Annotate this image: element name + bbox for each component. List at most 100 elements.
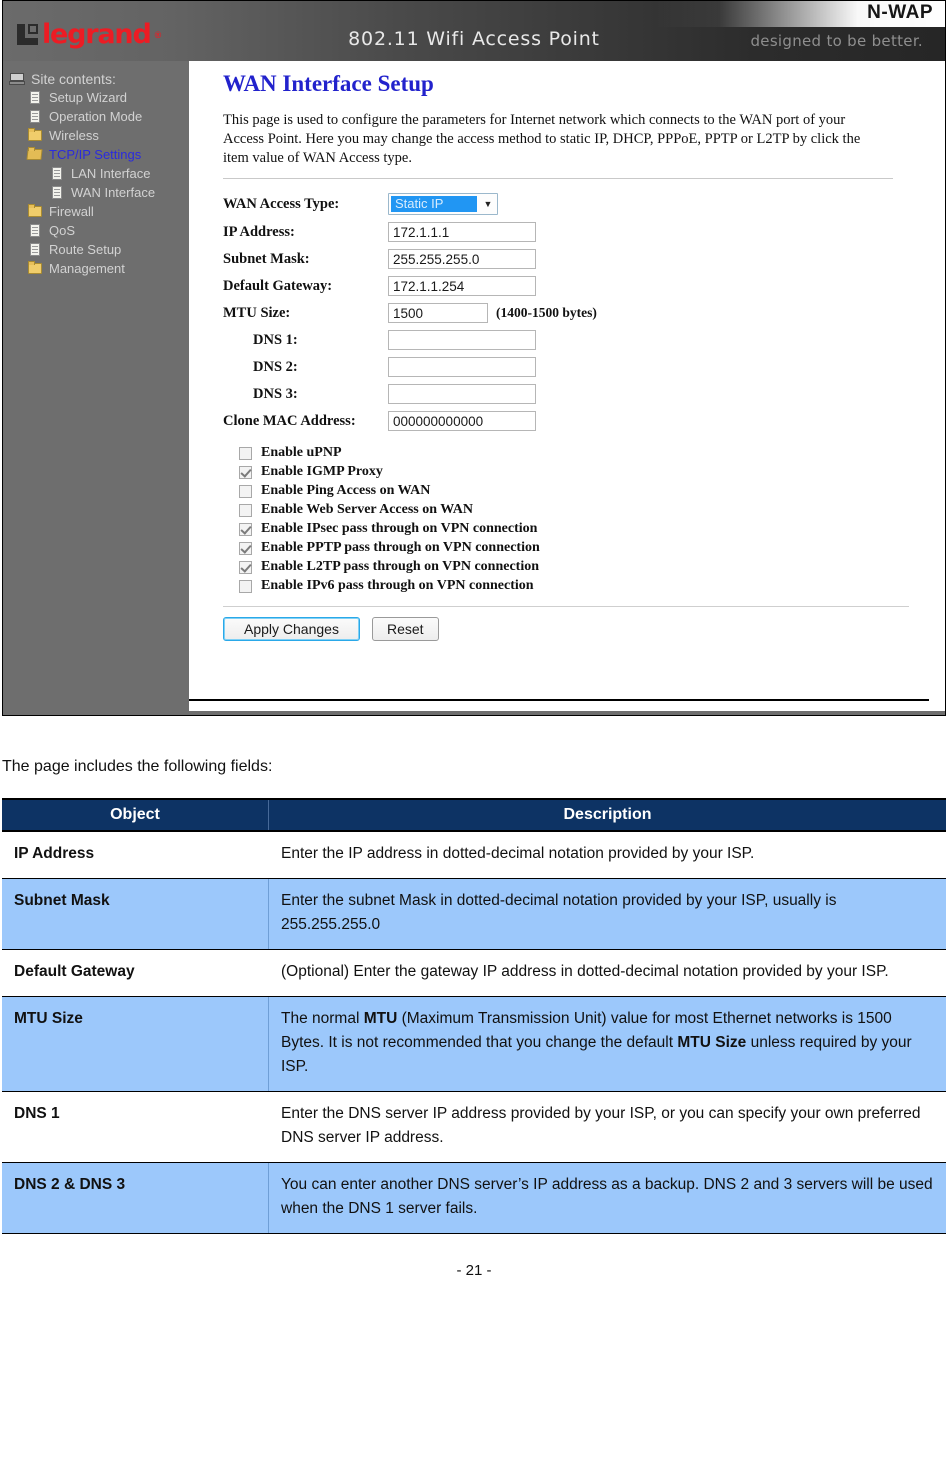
ip-address-row: IP Address: — [223, 222, 945, 243]
table-row: DNS 2 & DNS 3 You can enter another DNS s… — [2, 1162, 946, 1235]
ip-address-input[interactable] — [388, 222, 536, 243]
row-object-cell: Default Gateway — [2, 949, 269, 998]
page-icon — [27, 242, 44, 257]
row-description-cell: You can enter another DNS server’s IP ad… — [268, 1162, 946, 1235]
enable-l2tp-pass-through-on-vpn-connection-checkbox[interactable] — [239, 560, 252, 574]
enable-ipsec-pass-through-on-vpn-connection-checkbox[interactable] — [239, 522, 252, 536]
dns-2-row: DNS 2: — [223, 357, 945, 378]
folder-icon — [27, 128, 44, 143]
page-icon — [27, 90, 44, 105]
mtu-size-input[interactable] — [388, 303, 488, 324]
subnet-mask-label: Subnet Mask: — [223, 250, 310, 267]
enable-igmp-proxy-row[interactable]: Enable IGMP Proxy — [223, 464, 945, 480]
table-row: Default Gateway (Optional) Enter the gate… — [2, 949, 946, 998]
enable-pptp-pass-through-on-vpn-connection-label: Enable PPTP pass through on VPN connecti… — [261, 540, 540, 556]
enable-web-server-access-on-wan-row[interactable]: Enable Web Server Access on WAN — [223, 502, 945, 518]
clone-mac-address-label: Clone MAC Address: — [223, 412, 356, 429]
dns-3-row: DNS 3: — [223, 384, 945, 405]
sidebar-item-lan-interface[interactable]: LAN Interface — [3, 164, 189, 183]
wan-access-type-row: WAN Access Type: Static IP ▼ — [223, 193, 945, 216]
form-actions: Apply Changes Reset — [223, 617, 945, 642]
enable-ping-access-on-wan-checkbox[interactable] — [239, 484, 252, 498]
sidebar-item-label: LAN Interface — [71, 166, 151, 181]
sidebar-item-management[interactable]: Management — [3, 259, 189, 278]
sidebar-item-label: Firewall — [49, 204, 94, 219]
sidebar-item-tcp-ip-settings[interactable]: TCP/IP Settings — [3, 145, 189, 164]
page-icon — [49, 185, 66, 200]
sidebar-item-wan-interface[interactable]: WAN Interface — [3, 183, 189, 202]
enable-upnp-checkbox[interactable] — [239, 446, 252, 460]
sidebar-item-label: Management — [49, 261, 125, 276]
subnet-mask-row: Subnet Mask: — [223, 249, 945, 270]
dns-3-label: DNS 3: — [253, 385, 298, 402]
enable-pptp-pass-through-on-vpn-connection-checkbox[interactable] — [239, 541, 252, 555]
intro-text: The page includes the following fields: — [2, 758, 273, 775]
folder-icon — [27, 204, 44, 219]
table-header-row: Object Description — [2, 798, 946, 832]
table-row: Subnet Mask Enter the subnet Mask in dott… — [2, 878, 946, 951]
enable-l2tp-pass-through-on-vpn-connection-label: Enable L2TP pass through on VPN connecti… — [261, 559, 539, 575]
enable-upnp-label: Enable uPNP — [261, 445, 342, 461]
row-object-cell: DNS 1 — [2, 1091, 269, 1164]
enable-ping-access-on-wan-row[interactable]: Enable Ping Access on WAN — [223, 483, 945, 499]
row-object-cell: DNS 2 & DNS 3 — [2, 1162, 269, 1235]
enable-ping-access-on-wan-label: Enable Ping Access on WAN — [261, 483, 431, 499]
enable-l2tp-pass-through-on-vpn-connection-row[interactable]: Enable L2TP pass through on VPN connecti… — [223, 559, 945, 575]
enable-web-server-access-on-wan-label: Enable Web Server Access on WAN — [261, 502, 473, 518]
enable-ipv6-pass-through-on-vpn-connection-row[interactable]: Enable IPv6 pass through on VPN connecti… — [223, 578, 945, 594]
enable-ipsec-pass-through-on-vpn-connection-row[interactable]: Enable IPsec pass through on VPN connect… — [223, 521, 945, 537]
sidebar-item-setup-wizard[interactable]: Setup Wizard — [3, 88, 189, 107]
sidebar-item-operation-mode[interactable]: Operation Mode — [3, 107, 189, 126]
enable-web-server-access-on-wan-checkbox[interactable] — [239, 503, 252, 517]
mtu-size-row: MTU Size: (1400-1500 bytes) — [223, 303, 945, 324]
enable-ipv6-pass-through-on-vpn-connection-checkbox[interactable] — [239, 579, 252, 593]
dns-2-input[interactable] — [388, 357, 536, 378]
enable-igmp-proxy-checkbox[interactable] — [239, 465, 252, 479]
row-description-cell: The normal MTU (Maximum Transmission Uni… — [268, 996, 946, 1093]
divider — [223, 178, 893, 180]
folder-open-icon — [27, 147, 44, 162]
row-object-cell: Subnet Mask — [2, 878, 269, 951]
dns-1-label: DNS 1: — [253, 331, 298, 348]
router-admin-screenshot: N-WAP legrand ® 802.11 Wifi Access Point… — [2, 0, 946, 716]
default-gateway-label: Default Gateway: — [223, 277, 333, 294]
page-icon — [49, 166, 66, 181]
clone-mac-address-input[interactable] — [388, 411, 536, 432]
brand-tagline: designed to be better. — [750, 32, 923, 50]
sidebar-item-label: Wireless — [49, 128, 99, 143]
apply-changes-button[interactable]: Apply Changes — [223, 617, 360, 642]
enable-igmp-proxy-label: Enable IGMP Proxy — [261, 464, 383, 480]
dns-1-input[interactable] — [388, 330, 536, 351]
field-description-table: Object Description IP Address Enter the I… — [2, 798, 946, 1235]
row-description-cell: (Optional) Enter the gateway IP address … — [268, 949, 946, 998]
enable-pptp-pass-through-on-vpn-connection-row[interactable]: Enable PPTP pass through on VPN connecti… — [223, 540, 945, 556]
computer-icon — [9, 71, 26, 86]
sidebar-item-route-setup[interactable]: Route Setup — [3, 240, 189, 259]
sidebar-item-wireless[interactable]: Wireless — [3, 126, 189, 145]
folder-icon — [27, 261, 44, 276]
page-icon — [27, 223, 44, 238]
clone-mac-address-row: Clone MAC Address: — [223, 411, 945, 432]
page-icon — [27, 109, 44, 124]
enable-upnp-row[interactable]: Enable uPNP — [223, 445, 945, 461]
sidebar-item-label: TCP/IP Settings — [49, 147, 142, 162]
content-panel: WAN Interface Setup This page is used to… — [189, 61, 945, 711]
page-number: - 21 - — [456, 1262, 492, 1280]
dns-3-input[interactable] — [388, 384, 536, 405]
table-row: IP Address Enter the IP address in dotted… — [2, 831, 946, 880]
subnet-mask-input[interactable] — [388, 249, 536, 270]
wan-access-type-select[interactable]: Static IP ▼ — [388, 193, 498, 216]
sidebar-item-qos[interactable]: QoS — [3, 221, 189, 240]
chevron-down-icon: ▼ — [483, 199, 493, 210]
sidebar-item-label: WAN Interface — [71, 185, 156, 200]
sidebar-item-firewall[interactable]: Firewall — [3, 202, 189, 221]
tree-root: Site contents: — [3, 69, 189, 88]
default-gateway-input[interactable] — [388, 276, 536, 297]
column-header-object: Object — [2, 798, 269, 832]
site-contents-tree: Site contents: Setup Wizard Operation Mod… — [3, 61, 189, 715]
sidebar-item-label: Operation Mode — [49, 109, 143, 124]
sidebar-item-label: Route Setup — [49, 242, 122, 257]
row-description-cell: Enter the IP address in dotted-decimal n… — [268, 831, 946, 880]
reset-button[interactable]: Reset — [371, 617, 439, 642]
page-description: This page is used to configure the param… — [223, 112, 861, 167]
